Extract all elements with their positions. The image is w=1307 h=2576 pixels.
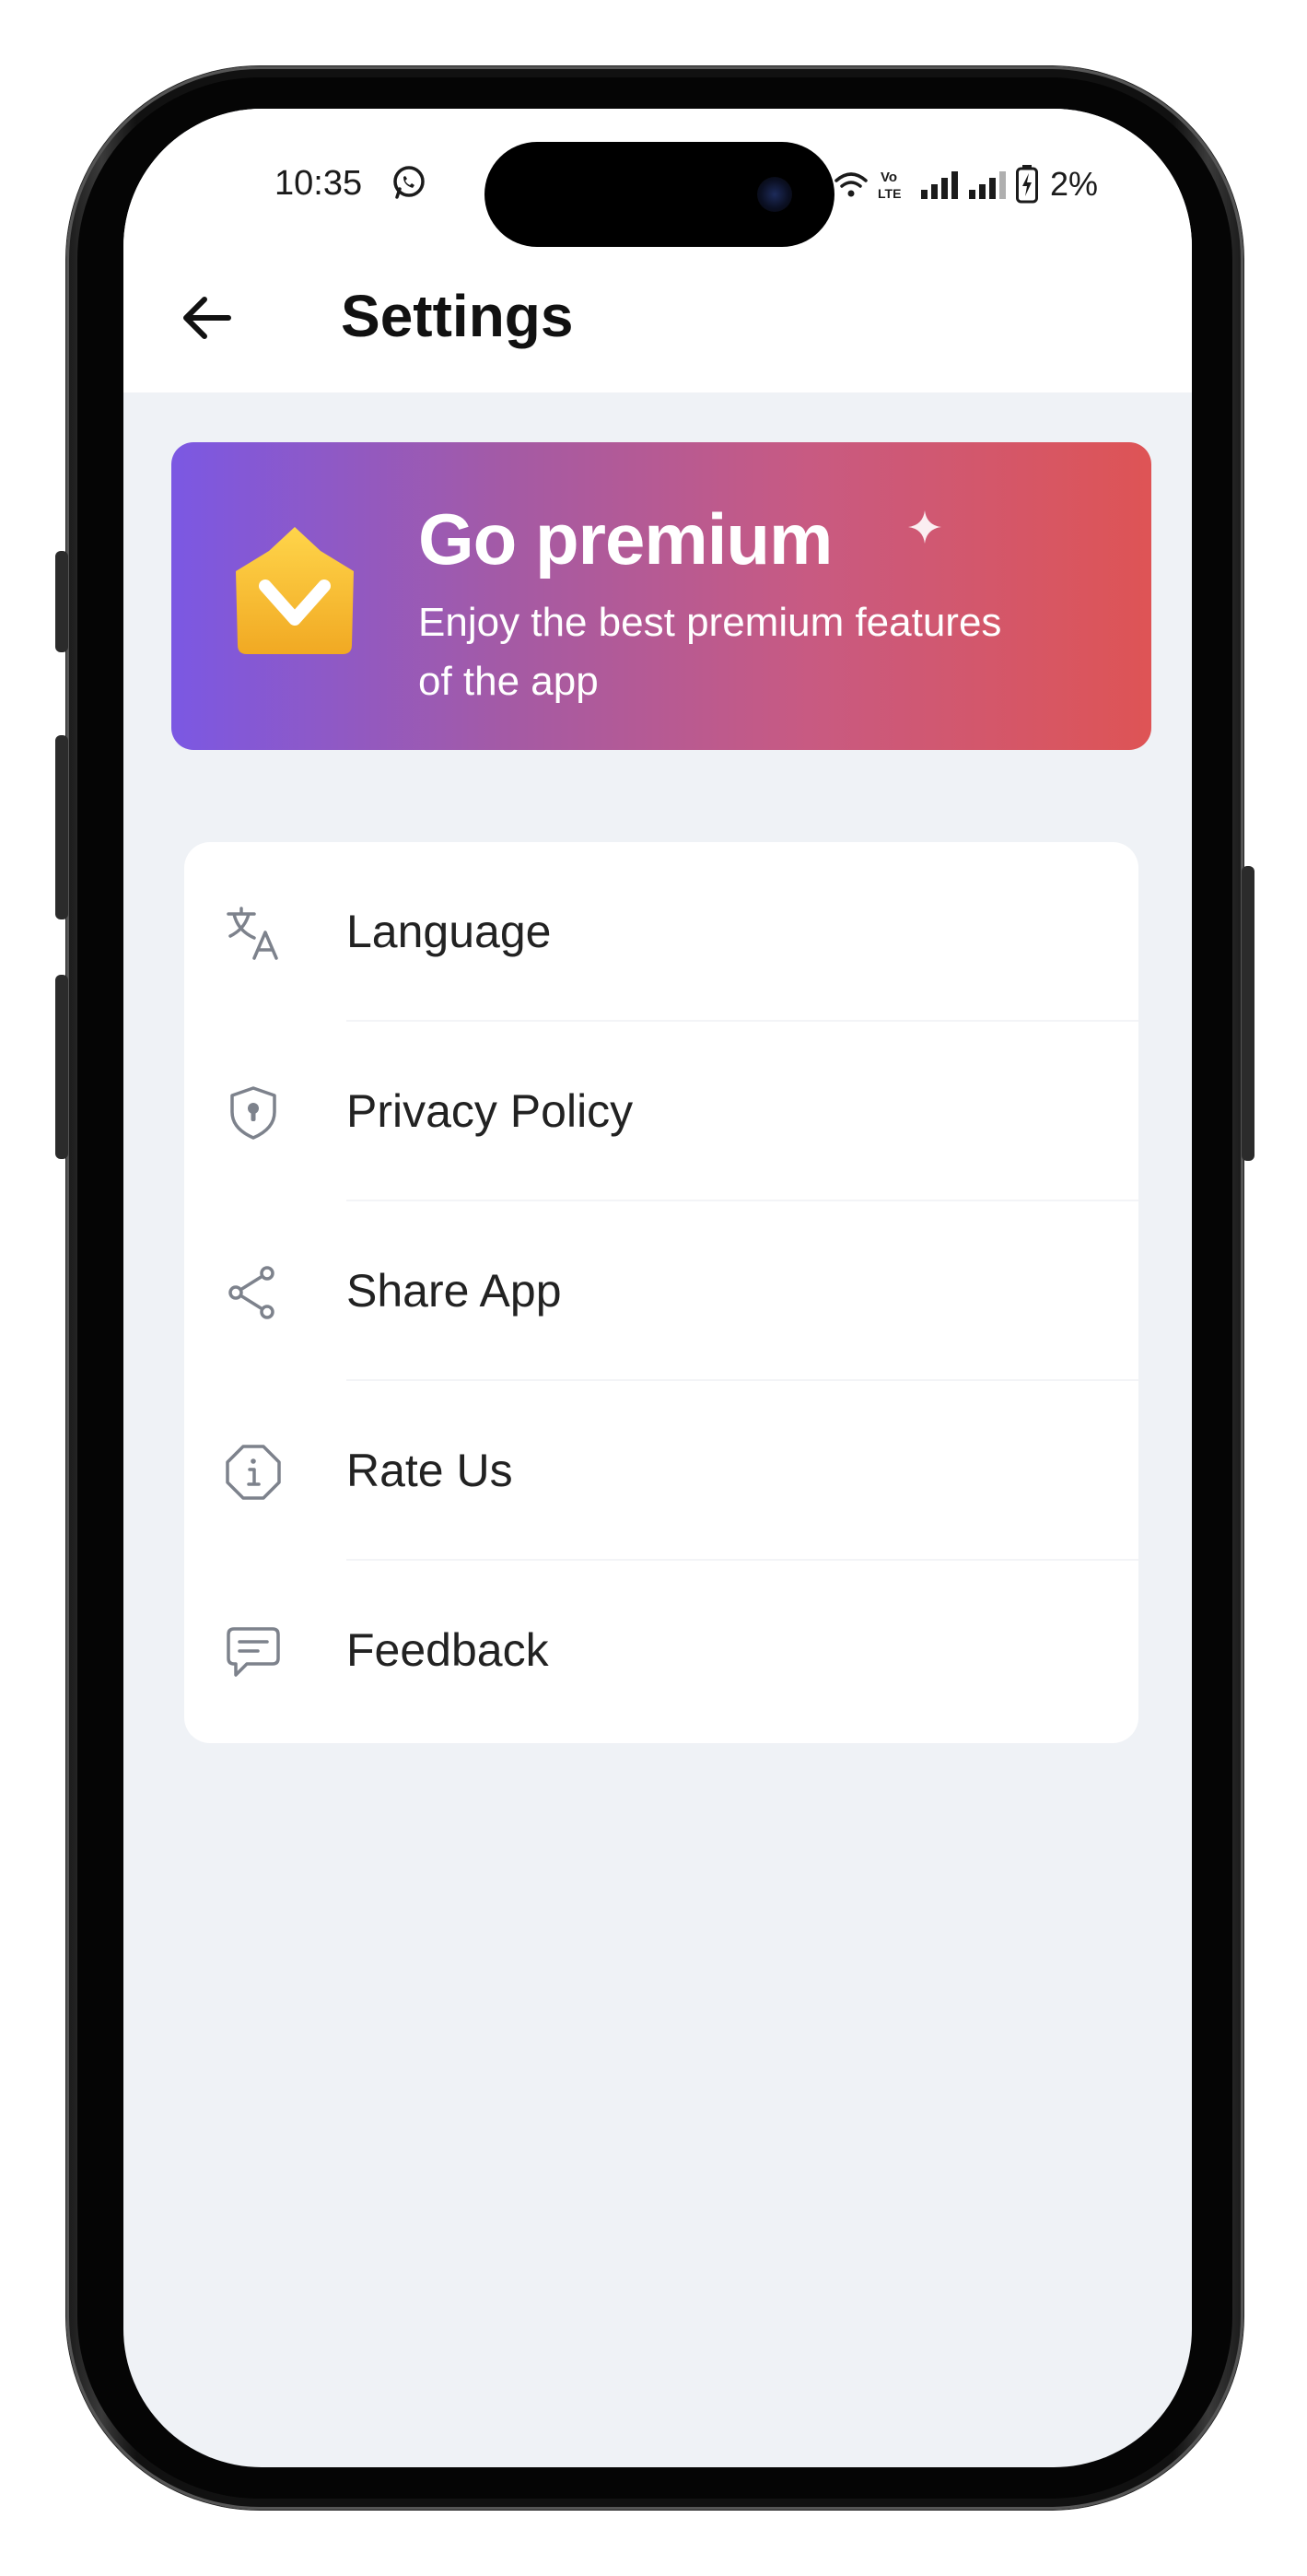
top-bar: 10:35 Vo LTE 2% Settings [123, 109, 1192, 392]
volume-down-button [55, 975, 68, 1159]
signal-icon [969, 171, 1006, 199]
premium-title: Go premium [418, 498, 833, 580]
sparkle-icon [908, 510, 941, 544]
page-title: Settings [341, 283, 574, 349]
settings-item-label: Share App [346, 1265, 562, 1317]
message-icon [227, 1627, 280, 1677]
volte-icon: Vo LTE [878, 170, 901, 201]
svg-text:Vo: Vo [881, 170, 897, 185]
action-button [55, 551, 68, 652]
app-header: Settings [123, 265, 1192, 376]
settings-item-privacy-policy[interactable]: Privacy Policy [184, 1022, 1138, 1201]
settings-item-rate-us[interactable]: Rate Us [184, 1381, 1138, 1561]
status-icons: Vo LTE 2% [833, 164, 1098, 205]
volume-up-button [55, 735, 68, 919]
front-camera [757, 177, 792, 212]
go-premium-banner[interactable]: Go premium Enjoy the best premium featur… [171, 442, 1151, 750]
settings-item-feedback[interactable]: Feedback [184, 1561, 1138, 1740]
whatsapp-icon [393, 166, 425, 199]
battery-percent: 2% [1050, 165, 1099, 203]
screen: 10:35 Vo LTE 2% Settings Go premium Enjo… [123, 109, 1192, 2467]
settings-item-language[interactable]: Language [184, 842, 1138, 1022]
premium-subtitle: Enjoy the best premium features of the a… [418, 600, 1002, 704]
settings-item-label: Rate Us [346, 1445, 513, 1496]
settings-item-label: Feedback [346, 1624, 549, 1676]
settings-card: Language Privacy Policy Share App Rate U… [184, 842, 1138, 1743]
arrow-left-icon[interactable] [175, 286, 239, 350]
wifi-icon [834, 172, 868, 197]
settings-item-label: Language [346, 906, 552, 957]
translate-icon [227, 907, 278, 960]
svg-text:LTE: LTE [878, 186, 901, 201]
crown-icon [236, 527, 354, 654]
settings-item-label: Privacy Policy [346, 1085, 634, 1137]
info-icon [226, 1445, 281, 1500]
signal-icon [921, 171, 958, 199]
status-time: 10:35 [274, 164, 363, 203]
settings-item-share-app[interactable]: Share App [184, 1201, 1138, 1381]
share-icon [228, 1266, 274, 1319]
power-button [1242, 866, 1254, 1161]
battery-charging-icon [1016, 165, 1038, 204]
shield-lock-icon [230, 1086, 276, 1140]
dynamic-island [484, 142, 834, 247]
